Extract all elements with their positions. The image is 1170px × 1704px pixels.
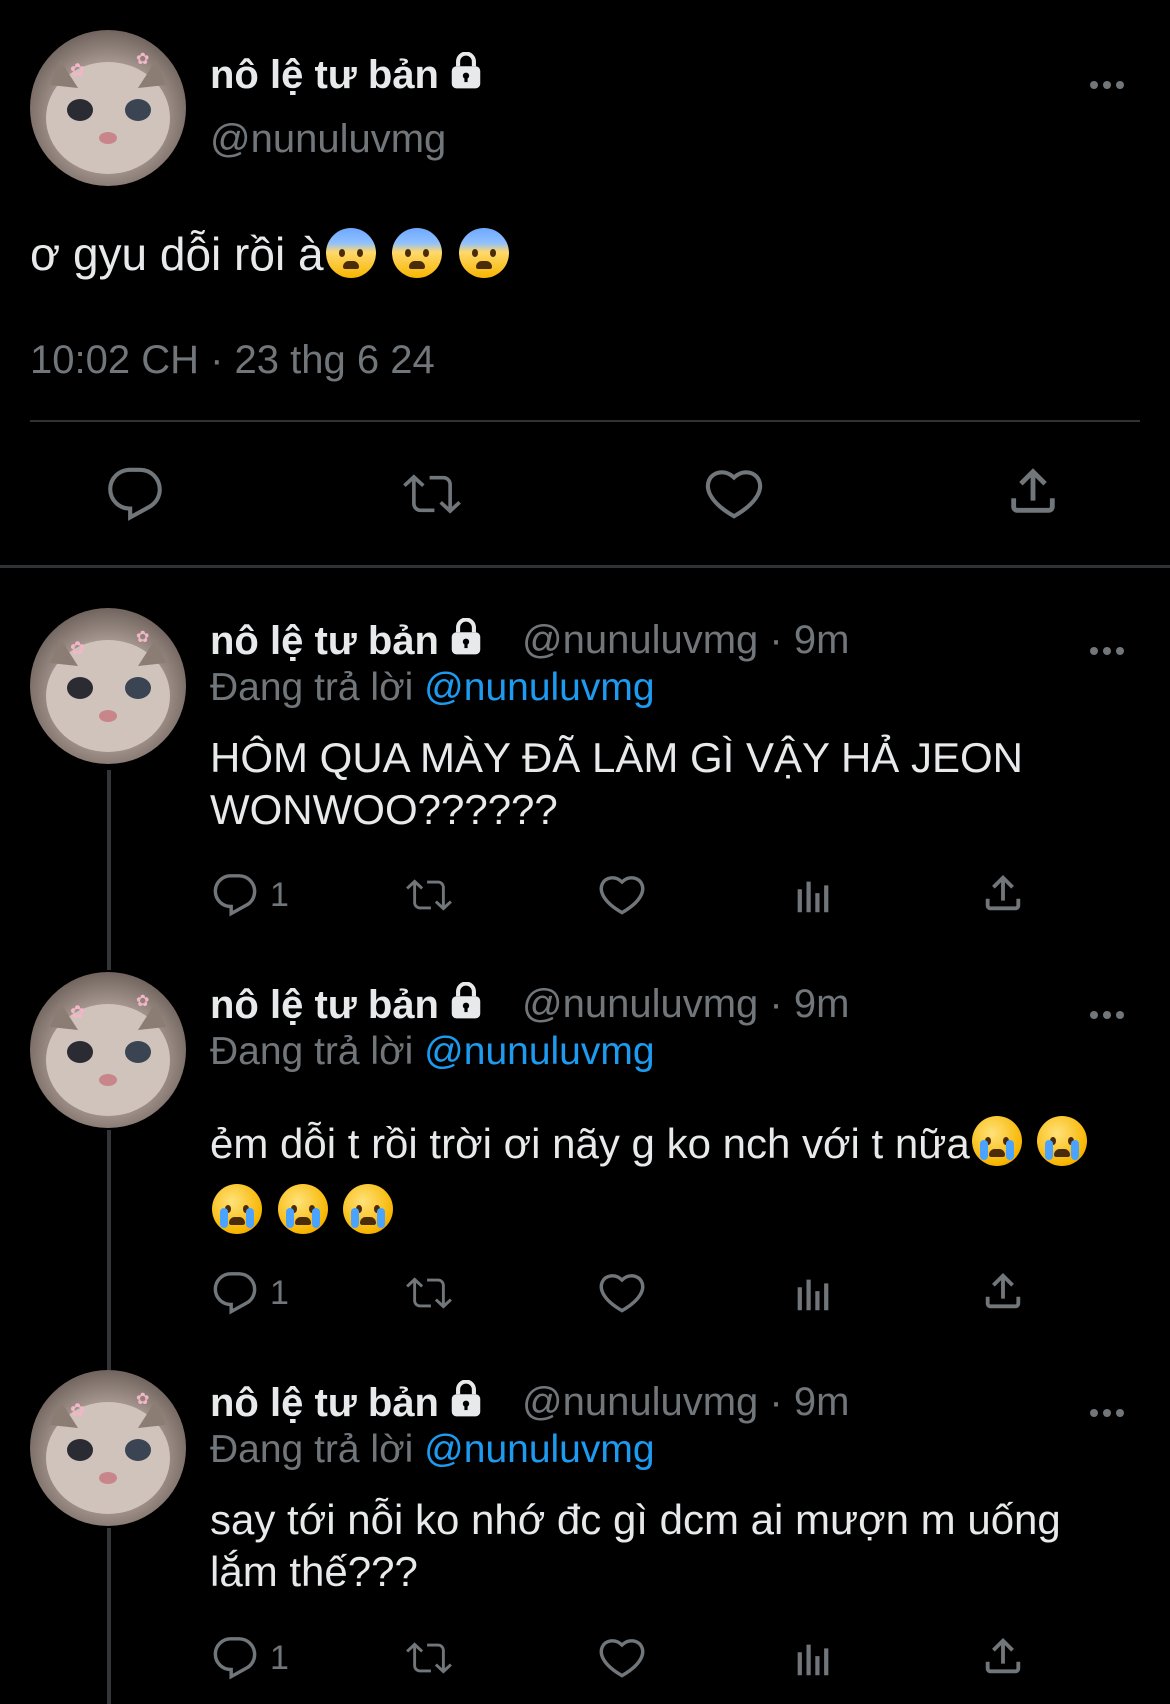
share-button[interactable] xyxy=(980,870,1026,916)
anxious-face-emoji xyxy=(325,228,376,278)
tweet-text: HÔM QUA MÀY ĐÃ LÀM GÌ VẬY HẢ JEON WONWOO… xyxy=(210,734,1023,833)
reply-button[interactable]: 1 xyxy=(212,1270,289,1316)
like-icon xyxy=(599,876,645,915)
thread-line xyxy=(107,1130,111,1370)
crying-face-emoji xyxy=(343,1184,394,1234)
mention-link[interactable]: @nunuluvmg xyxy=(424,1030,654,1073)
lock-icon xyxy=(447,1379,485,1428)
thread-line xyxy=(107,1528,111,1704)
reply-icon xyxy=(213,1272,257,1315)
svg-text:✿: ✿ xyxy=(70,60,85,80)
reply-icon xyxy=(213,874,257,917)
more-icon[interactable] xyxy=(1088,628,1126,667)
retweet-button[interactable] xyxy=(402,1635,456,1681)
retweet-icon xyxy=(406,1642,452,1674)
crying-face-emoji xyxy=(277,1184,328,1234)
svg-text:✿: ✿ xyxy=(70,1400,85,1420)
reply-button[interactable]: 1 xyxy=(212,1635,289,1681)
tweet-text: ơ gyu dỗi rồi à xyxy=(30,228,511,280)
share-button[interactable] xyxy=(980,1633,1026,1679)
crying-face-emoji xyxy=(1037,1116,1088,1166)
share-icon xyxy=(1011,468,1055,513)
user-handle[interactable]: @nunuluvmg xyxy=(210,117,446,162)
views-button[interactable] xyxy=(790,872,836,918)
share-button[interactable] xyxy=(980,1268,1026,1314)
reply-icon xyxy=(213,1637,257,1680)
display-name[interactable]: nô lệ tư bản xyxy=(210,617,485,666)
crying-face-emoji xyxy=(971,1116,1022,1166)
like-button[interactable] xyxy=(598,1270,646,1316)
like-button[interactable] xyxy=(704,465,764,523)
like-icon xyxy=(599,1639,645,1678)
handle-time[interactable]: @nunuluvmg · 9m xyxy=(522,618,849,663)
views-icon xyxy=(797,1279,829,1311)
retweet-button[interactable] xyxy=(402,872,456,918)
retweet-icon xyxy=(406,1277,452,1309)
retweet-icon xyxy=(406,879,452,911)
share-button[interactable] xyxy=(1004,462,1062,520)
reply-count: 1 xyxy=(270,875,289,914)
avatar[interactable]: ✿ ✿ xyxy=(30,972,186,1128)
retweet-button[interactable] xyxy=(400,465,464,523)
views-icon xyxy=(797,881,829,913)
like-button[interactable] xyxy=(598,1635,646,1681)
like-button[interactable] xyxy=(598,872,646,918)
share-icon xyxy=(985,874,1021,911)
share-icon xyxy=(985,1272,1021,1309)
share-icon xyxy=(985,1637,1021,1674)
svg-text:✿: ✿ xyxy=(136,993,149,1010)
replying-to: Đang trả lời @nunuluvmg xyxy=(210,666,655,709)
like-icon xyxy=(599,1274,645,1313)
handle-time[interactable]: @nunuluvmg · 9m xyxy=(522,982,849,1027)
anxious-face-emoji xyxy=(392,228,443,278)
more-icon[interactable] xyxy=(1088,992,1126,1031)
reply-count: 1 xyxy=(270,1638,289,1677)
retweet-icon xyxy=(403,474,461,514)
reply-icon xyxy=(108,467,162,521)
avatar[interactable]: ✿ ✿ xyxy=(30,1370,186,1526)
views-button[interactable] xyxy=(790,1635,836,1681)
svg-text:✿: ✿ xyxy=(136,1391,149,1408)
svg-text:✿: ✿ xyxy=(136,629,149,646)
retweet-button[interactable] xyxy=(402,1270,456,1316)
replying-to: Đang trả lời @nunuluvmg xyxy=(210,1428,655,1471)
divider xyxy=(30,420,1140,422)
display-name[interactable]: nô lệ tư bản xyxy=(210,51,485,100)
avatar[interactable]: ✿ ✿ xyxy=(30,30,186,186)
mention-link[interactable]: @nunuluvmg xyxy=(424,666,654,709)
avatar[interactable]: ✿ ✿ xyxy=(30,608,186,764)
display-name[interactable]: nô lệ tư bản xyxy=(210,981,485,1030)
svg-text:✿: ✿ xyxy=(136,51,149,68)
reply-count: 1 xyxy=(270,1273,289,1312)
crying-face-emoji xyxy=(212,1184,262,1234)
tweet-text: say tới nỗi ko nhớ đc gì dcm ai mượn m u… xyxy=(210,1496,1061,1595)
tweet-text: ẻm dỗi t rồi trời ơi nãy g ko nch với t … xyxy=(210,1110,1130,1246)
more-icon[interactable] xyxy=(1088,1390,1126,1429)
reply-button[interactable] xyxy=(106,465,164,523)
thread-line xyxy=(107,770,111,970)
lock-icon xyxy=(447,617,485,666)
lock-icon xyxy=(447,981,485,1030)
reply-button[interactable]: 1 xyxy=(212,872,289,918)
divider xyxy=(0,565,1170,568)
like-icon xyxy=(705,470,763,519)
svg-text:✿: ✿ xyxy=(70,1002,85,1022)
handle-time[interactable]: @nunuluvmg · 9m xyxy=(522,1380,849,1425)
display-name[interactable]: nô lệ tư bản xyxy=(210,1379,485,1428)
replying-to: Đang trả lời @nunuluvmg xyxy=(210,1030,655,1073)
svg-text:✿: ✿ xyxy=(70,638,85,658)
views-icon xyxy=(797,1644,829,1676)
lock-icon xyxy=(447,51,485,100)
anxious-face-emoji xyxy=(459,228,510,278)
tweet-timestamp: 10:02 CH · 23 thg 6 24 xyxy=(30,338,435,382)
views-button[interactable] xyxy=(790,1270,836,1316)
more-icon[interactable] xyxy=(1088,62,1126,101)
mention-link[interactable]: @nunuluvmg xyxy=(424,1428,654,1471)
